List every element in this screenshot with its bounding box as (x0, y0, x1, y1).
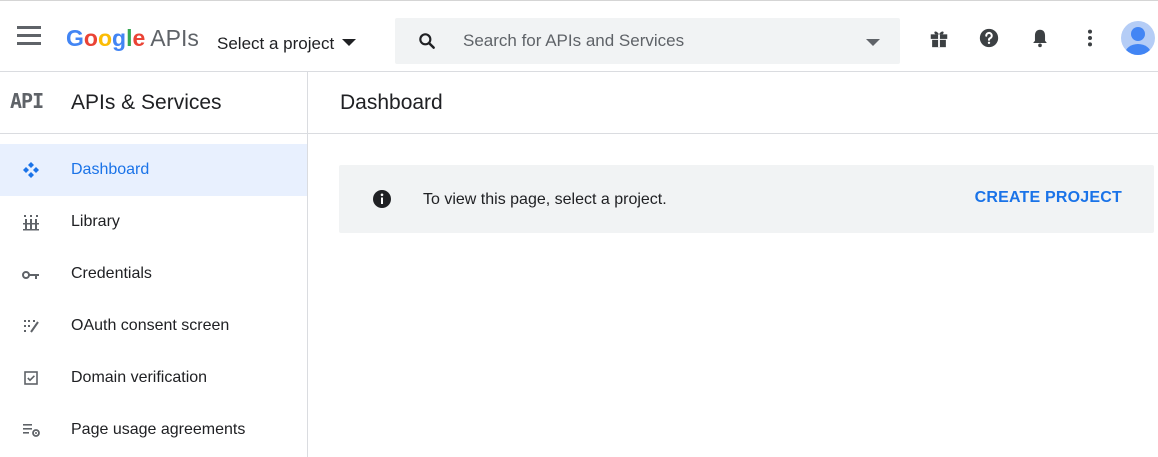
project-selector-label: Select a project (217, 34, 335, 53)
sidebar: API APIs & Services Dashboard Library Cr… (0, 72, 308, 457)
logo-product-text: APIs (150, 25, 199, 51)
sidebar-item-library[interactable]: Library (0, 196, 307, 248)
sidebar-item-page-usage-agreements[interactable]: Page usage agreements (0, 404, 307, 456)
sidebar-item-label: Page usage agreements (71, 421, 246, 438)
page-title: Dashboard (340, 91, 443, 114)
list-settings-icon (23, 424, 40, 437)
sidebar-item-domain-verification[interactable]: Domain verification (0, 352, 307, 404)
project-selector[interactable]: Select a project (217, 32, 357, 56)
sidebar-item-label: Library (71, 213, 120, 230)
sidebar-item-credentials[interactable]: Credentials (0, 248, 307, 300)
chevron-down-icon (342, 39, 357, 47)
search-bar (395, 18, 900, 64)
sidebar-title: APIs & Services (71, 91, 222, 114)
google-wordmark: Google (66, 25, 146, 51)
api-badge-icon: API (10, 89, 44, 113)
avatar[interactable] (1121, 21, 1155, 55)
gift-icon[interactable] (928, 27, 950, 49)
consent-icon (24, 320, 39, 333)
notifications-icon[interactable] (1029, 27, 1051, 49)
sidebar-item-label: OAuth consent screen (71, 317, 230, 334)
create-project-button[interactable]: CREATE PROJECT (975, 188, 1122, 208)
top-bar: Google APIs Select a project (0, 0, 1158, 72)
sidebar-header: API APIs & Services (0, 72, 307, 134)
sidebar-item-label: Credentials (71, 265, 152, 282)
more-vert-icon[interactable] (1079, 27, 1101, 49)
dashboard-icon (23, 162, 39, 178)
select-project-banner: To view this page, select a project. CRE… (339, 165, 1154, 233)
google-apis-logo[interactable]: Google APIs (66, 23, 199, 53)
search-input[interactable] (463, 26, 843, 56)
checkbox-icon (24, 371, 38, 385)
help-icon[interactable] (978, 27, 1000, 49)
sidebar-item-label: Dashboard (71, 161, 150, 178)
sidebar-item-label: Domain verification (71, 369, 208, 386)
user-silhouette-icon (1125, 27, 1151, 55)
sidebar-item-oauth-consent-screen[interactable]: OAuth consent screen (0, 300, 307, 352)
main-header: Dashboard (308, 72, 1158, 134)
key-icon (22, 271, 39, 279)
banner-message: To view this page, select a project. (423, 191, 667, 208)
sidebar-item-dashboard[interactable]: Dashboard (0, 144, 307, 196)
library-icon (23, 215, 39, 231)
menu-icon[interactable] (17, 26, 43, 46)
dropdown-caret-icon[interactable] (866, 39, 880, 46)
search-icon[interactable] (417, 31, 437, 51)
info-icon (373, 190, 391, 208)
